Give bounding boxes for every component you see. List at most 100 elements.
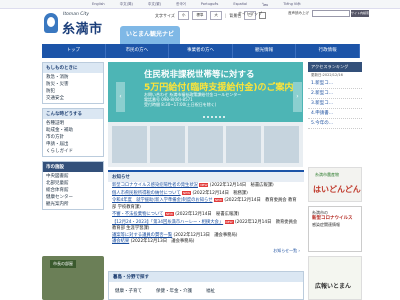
pr-banner-title: 広報いとまん bbox=[315, 283, 352, 290]
ranking-title: アクセスランキング bbox=[308, 62, 362, 72]
lang-link[interactable]: 中文(简) bbox=[120, 2, 133, 8]
produce-banner-small: 糸満市農産物 bbox=[315, 172, 339, 177]
sidebar-item[interactable]: 申請・届出 bbox=[46, 141, 100, 148]
hero-slider: ‹ 住民税非課税世帯等に対する 5万円給付(臨時支援給付金)のご案内 お問い合わ… bbox=[108, 62, 303, 167]
logo-japanese: 糸満市 bbox=[62, 22, 103, 37]
lang-link[interactable]: 中文(繁) bbox=[148, 2, 161, 8]
sidebar-item[interactable]: 救急・消防 bbox=[46, 74, 100, 81]
sidebar-item[interactable]: 市の方針 bbox=[46, 134, 100, 141]
slider-prev-button[interactable]: ‹ bbox=[116, 82, 125, 112]
ranking-item[interactable]: 1.新型コ... bbox=[308, 79, 362, 89]
slider-dots[interactable] bbox=[203, 116, 225, 118]
news-date: (2022年12月14日 秘書広報課) bbox=[175, 212, 240, 217]
slider-next-button[interactable]: › bbox=[293, 82, 302, 112]
lang-link[interactable]: 한국어 bbox=[176, 2, 186, 8]
news-item: 令和4年度 就学援助(新入学準備金)制度のお知らせ NEW (2022年12月1… bbox=[108, 197, 304, 211]
slider-thumb[interactable] bbox=[188, 126, 223, 163]
category-box: 暮島・分野で探す 健康・子育て 保健・年金・介護 福祉 bbox=[108, 271, 304, 300]
slider-headline[interactable]: 住民税非課税世帯等に対する bbox=[144, 68, 255, 80]
new-badge: NEW bbox=[213, 198, 224, 202]
lang-link[interactable]: Español bbox=[233, 2, 247, 8]
lang-link[interactable]: ไทย bbox=[262, 2, 268, 8]
category-welfare[interactable]: 福祉 bbox=[206, 288, 215, 294]
category-title: 暮島・分野で探す bbox=[109, 272, 303, 282]
lang-link[interactable]: English bbox=[92, 2, 105, 8]
ranking-item[interactable]: 3.新型コ... bbox=[308, 99, 362, 109]
sidebar-item[interactable]: 中央図書館 bbox=[46, 173, 100, 180]
news-date: (2022年12月13日 議会事務局) bbox=[173, 232, 238, 238]
news-link[interactable]: 個人市県民税所得税の納付について bbox=[112, 191, 181, 196]
new-badge: NEW bbox=[182, 190, 192, 195]
sitemap-link[interactable]: サイトマップ bbox=[238, 11, 262, 17]
new-badge: NEW bbox=[224, 219, 234, 224]
slider-thumb[interactable] bbox=[264, 126, 299, 163]
sidebar-item[interactable]: 交通安全 bbox=[46, 95, 100, 102]
nav-residents[interactable]: 市民の方へ bbox=[106, 44, 170, 58]
access-ranking: アクセスランキング 更新日:2022/12/16 1.新型コ... 2.新型コ.… bbox=[308, 62, 362, 129]
sidebar-item[interactable]: 各種証明 bbox=[46, 120, 100, 127]
news-item: 不審・不法投棄物について NEW (2022年12月14日 秘書広報課) bbox=[108, 211, 304, 219]
produce-banner[interactable]: 糸満市農産物 はいどんどん bbox=[308, 167, 362, 202]
logo-english: Itoman City bbox=[63, 12, 90, 17]
news-link[interactable]: 議案等に対する議員の賛否一覧 bbox=[112, 233, 172, 238]
site-logo[interactable]: Itoman City 糸満市 bbox=[44, 9, 130, 37]
slider-thumb[interactable] bbox=[150, 126, 185, 163]
sidebar-item[interactable]: 総合体育館 bbox=[46, 187, 100, 194]
howto-box: こんな時どうする 各種証明 助成金・補助 市の方針 申請・届出 くらしガイド bbox=[42, 108, 104, 157]
language-bar: English 中文(简) 中文(繁) 한국어 Português Españo… bbox=[0, 0, 400, 9]
nav-top[interactable]: トップ bbox=[42, 44, 106, 58]
voice-readout-link[interactable]: 音声読み上げ bbox=[288, 11, 309, 16]
ranking-date: 更新日:2022/12/16 bbox=[311, 73, 343, 77]
news-link[interactable]: 令和4年度 就学援助(新入学準備金)制度のお知らせ bbox=[112, 198, 213, 203]
mascot-text: いとまん観光ナビ bbox=[126, 31, 175, 38]
facilities-title: 市の施設 bbox=[43, 162, 103, 172]
category-insurance[interactable]: 保健・年金・介護 bbox=[156, 288, 192, 294]
font-large-button[interactable]: 大 bbox=[210, 11, 222, 20]
sidebar-item[interactable]: 助成金・補助 bbox=[46, 127, 100, 134]
slider-details: お問い合わせ 糸満市福祉政策課給付金コールセンター 電話番号 098-8(00)… bbox=[144, 92, 241, 107]
news-link[interactable]: 【12月24・2023】「第34回糸満市ハーレー・相撲大会」 bbox=[112, 220, 223, 225]
covid-line-3: 感染症関連情報 bbox=[312, 222, 340, 227]
sidebar-item[interactable]: 防災・災害 bbox=[46, 81, 100, 88]
news-date: (2022年12月14日 秘書広報課) bbox=[209, 183, 274, 188]
news-link[interactable]: 新型コロナウイルス感染症陽性者の発生状況 bbox=[112, 183, 198, 188]
news-more-link[interactable]: お知らせ一覧 › bbox=[108, 246, 304, 256]
news-item: 個人市県民税所得税の納付について NEW (2022年12月14日 税務課) bbox=[108, 190, 304, 198]
emergency-title: もしものときに bbox=[43, 63, 103, 73]
sidebar-item[interactable]: 健康センター bbox=[46, 194, 100, 201]
search-area: 音声読み上げ サイト内検索 bbox=[288, 10, 369, 17]
category-health[interactable]: 健康・子育て bbox=[115, 288, 142, 294]
lang-link[interactable]: Português bbox=[201, 2, 219, 8]
sidebar-item[interactable]: くらしガイド bbox=[46, 148, 100, 155]
slider-thumb[interactable] bbox=[226, 126, 261, 163]
sidebar-item[interactable]: 防犯 bbox=[46, 88, 100, 95]
news-item: 新型コロナウイルス感染症陽性者の発生状況 NEW (2022年12月14日 秘書… bbox=[108, 182, 304, 190]
left-sidebar: もしものときに 救急・消防 防災・災害 防犯 交通安全 こんな時どうする 各種証… bbox=[42, 62, 104, 214]
sidebar-item[interactable]: 北部児童館 bbox=[46, 180, 100, 187]
language-links: English 中文(简) 中文(繁) 한국어 Português Españo… bbox=[92, 2, 301, 8]
font-standard-button[interactable]: 標準 bbox=[192, 11, 208, 20]
news-link[interactable]: 不審・不法投棄物について bbox=[112, 212, 163, 217]
ranking-item[interactable]: 5.今年の... bbox=[308, 119, 362, 129]
new-badge: NEW bbox=[199, 183, 209, 187]
nav-tourism[interactable]: 観光情報 bbox=[233, 44, 297, 58]
sidebar-item[interactable]: 観光案内所 bbox=[46, 201, 100, 208]
new-badge: NEW bbox=[164, 212, 174, 216]
search-input[interactable] bbox=[312, 10, 350, 17]
covid-info-banner[interactable]: 糸満市の 新型コロナウイルス 感染症関連情報 bbox=[308, 206, 362, 252]
mayor-banner[interactable]: 市長の部屋 bbox=[42, 256, 104, 300]
font-small-button[interactable]: 小 bbox=[177, 11, 190, 20]
nav-business[interactable]: 事業者の方へ bbox=[169, 44, 233, 58]
search-button[interactable]: サイト内検索 bbox=[351, 10, 369, 17]
lang-link[interactable]: Tiếng Việt bbox=[283, 2, 301, 8]
nav-admin[interactable]: 行政情報 bbox=[296, 44, 360, 58]
slider-thumb[interactable] bbox=[112, 126, 147, 163]
news-date: (2022年12月13日 議会事務局) bbox=[130, 239, 195, 244]
mayor-banner-label: 市長の部屋 bbox=[50, 260, 76, 268]
news-date: (2022年12月14日 税務課) bbox=[192, 190, 248, 196]
ranking-item[interactable]: 4.申請書... bbox=[308, 109, 362, 119]
news-section: お知らせ 新型コロナウイルス感染症陽性者の発生状況 NEW (2022年12月1… bbox=[108, 170, 304, 256]
news-link[interactable]: 議会結果 bbox=[112, 239, 129, 244]
ranking-item[interactable]: 2.新型コ... bbox=[308, 89, 362, 99]
pr-banner[interactable]: 広報いとまん bbox=[308, 256, 362, 300]
